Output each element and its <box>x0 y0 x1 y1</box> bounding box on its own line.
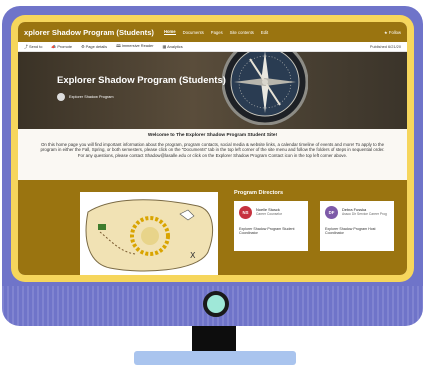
analytics-button[interactable]: ▦ Analytics <box>163 44 183 49</box>
director-card[interactable]: DF Debra Fusska Assoc Dir Service Career… <box>320 201 394 251</box>
power-button <box>203 291 229 317</box>
welcome-heading: Welcome to The Explorer Shadow Program S… <box>147 133 278 138</box>
director-role: Career Counselor <box>256 212 283 216</box>
nav-edit[interactable]: Edit <box>261 30 268 35</box>
immersive-reader-button[interactable]: 🕮 Immersive Reader <box>116 43 153 50</box>
nav-site-contents[interactable]: Site contents <box>230 30 254 35</box>
screen: xplorer Shadow Program (Students) Home D… <box>18 22 407 275</box>
send-to-button[interactable]: ⤴ Send to <box>24 44 42 50</box>
svg-text:X: X <box>190 251 196 260</box>
page-author: Explorer Shadow Program <box>57 93 114 101</box>
director-description: Explorer Shadow Program Student Coordina… <box>239 227 295 236</box>
avatar: DF <box>325 206 338 219</box>
monitor-stand-neck <box>192 326 236 353</box>
site-title[interactable]: xplorer Shadow Program (Students) <box>24 28 154 37</box>
illustration-stage: xplorer Shadow Program (Students) Home D… <box>0 0 425 365</box>
director-role: Assoc Dir Service Career Prog <box>342 212 387 216</box>
published-status: Published 6/21/20 <box>369 44 401 49</box>
site-header: xplorer Shadow Program (Students) Home D… <box>18 22 407 42</box>
hero-banner: Explorer Shadow Program (Students) Explo… <box>18 52 407 129</box>
nav-pages[interactable]: Pages <box>211 30 223 35</box>
page-title: Explorer Shadow Program (Students) <box>57 75 226 86</box>
welcome-section: Welcome to The Explorer Shadow Program S… <box>18 129 407 181</box>
page-details-button[interactable]: ⚙ Page details <box>81 44 107 49</box>
nav-home[interactable]: Home <box>163 29 176 35</box>
site-nav: Home Documents Pages Site contents Edit <box>163 29 268 35</box>
monitor: xplorer Shadow Program (Students) Home D… <box>2 6 423 326</box>
director-card[interactable]: NS Noelle Stusck Career Counselor Explor… <box>234 201 308 251</box>
author-avatar <box>57 93 65 101</box>
treasure-map-image: X <box>80 192 218 275</box>
avatar: NS <box>239 206 252 219</box>
promote-button[interactable]: 📣 Promote <box>51 44 72 49</box>
author-name[interactable]: Explorer Shadow Program <box>69 95 114 99</box>
lower-section: X Program Directors NS Noelle Stusck Car… <box>18 180 407 275</box>
directors-title: Program Directors <box>234 190 284 196</box>
command-bar: ⤴ Send to 📣 Promote ⚙ Page details 🕮 Imm… <box>18 42 407 52</box>
monitor-stand-base <box>134 351 296 365</box>
monitor-bezel: xplorer Shadow Program (Students) Home D… <box>11 15 414 282</box>
follow-button[interactable]: ★ Follow <box>384 30 401 35</box>
compass-image <box>222 52 308 125</box>
nav-documents[interactable]: Documents <box>183 30 204 35</box>
map-illustration: X <box>80 192 218 275</box>
director-description: Explorer Shadow Program Host Coordinator <box>325 227 376 236</box>
welcome-body: On this home page you will find importan… <box>40 142 385 158</box>
